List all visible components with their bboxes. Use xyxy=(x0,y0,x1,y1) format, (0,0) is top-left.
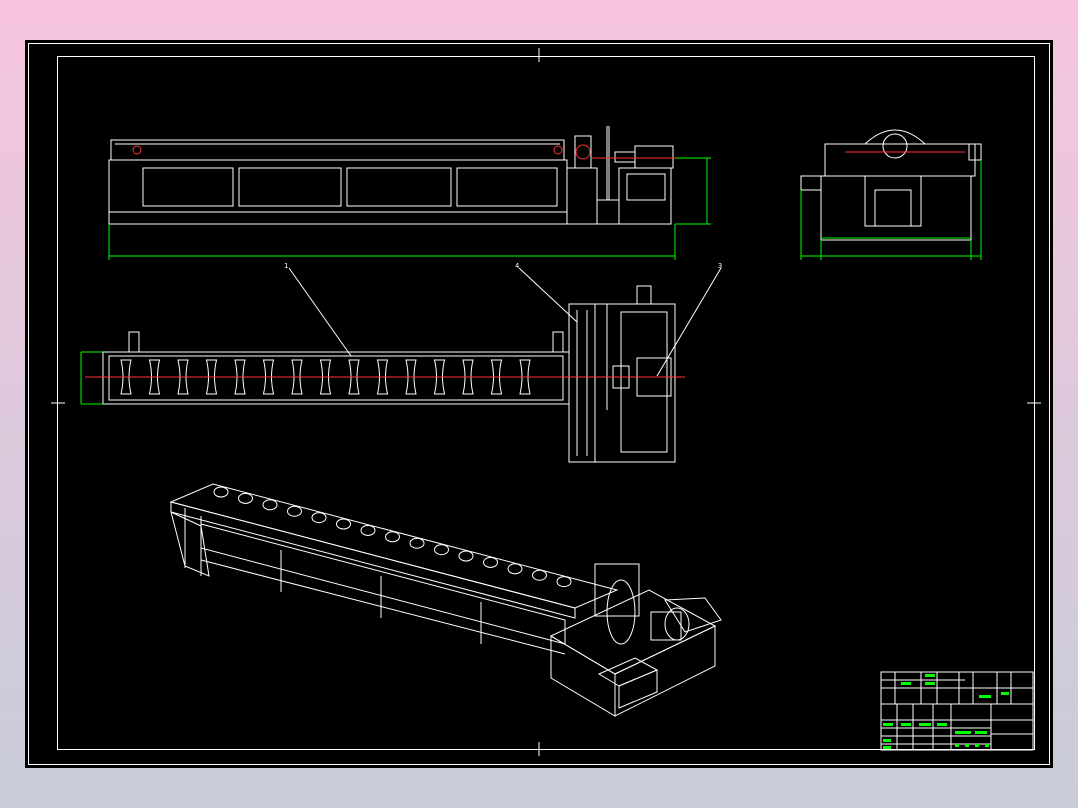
roller xyxy=(385,531,400,543)
roller xyxy=(262,499,278,511)
svg-text:4: 4 xyxy=(515,262,519,270)
roller xyxy=(213,486,229,498)
roller xyxy=(458,550,474,562)
svg-text:3: 3 xyxy=(718,262,722,270)
roller xyxy=(360,524,376,536)
roller xyxy=(434,544,449,556)
roller xyxy=(556,576,572,588)
roller xyxy=(532,569,547,581)
title-block-marks xyxy=(883,674,1009,749)
roller xyxy=(409,537,425,549)
roller xyxy=(483,556,498,568)
top-view xyxy=(80,267,722,463)
front-view xyxy=(108,126,711,260)
isometric-view xyxy=(169,483,722,717)
roller xyxy=(311,512,327,524)
roller xyxy=(507,563,523,575)
roller xyxy=(336,518,351,530)
roller xyxy=(238,492,253,504)
side-view xyxy=(800,129,982,260)
svg-text:1: 1 xyxy=(284,262,288,270)
roller xyxy=(287,505,302,517)
balloon-labels: 1 4 3 xyxy=(284,262,722,270)
cad-drawing-canvas[interactable]: 1 4 3 xyxy=(25,40,1053,768)
